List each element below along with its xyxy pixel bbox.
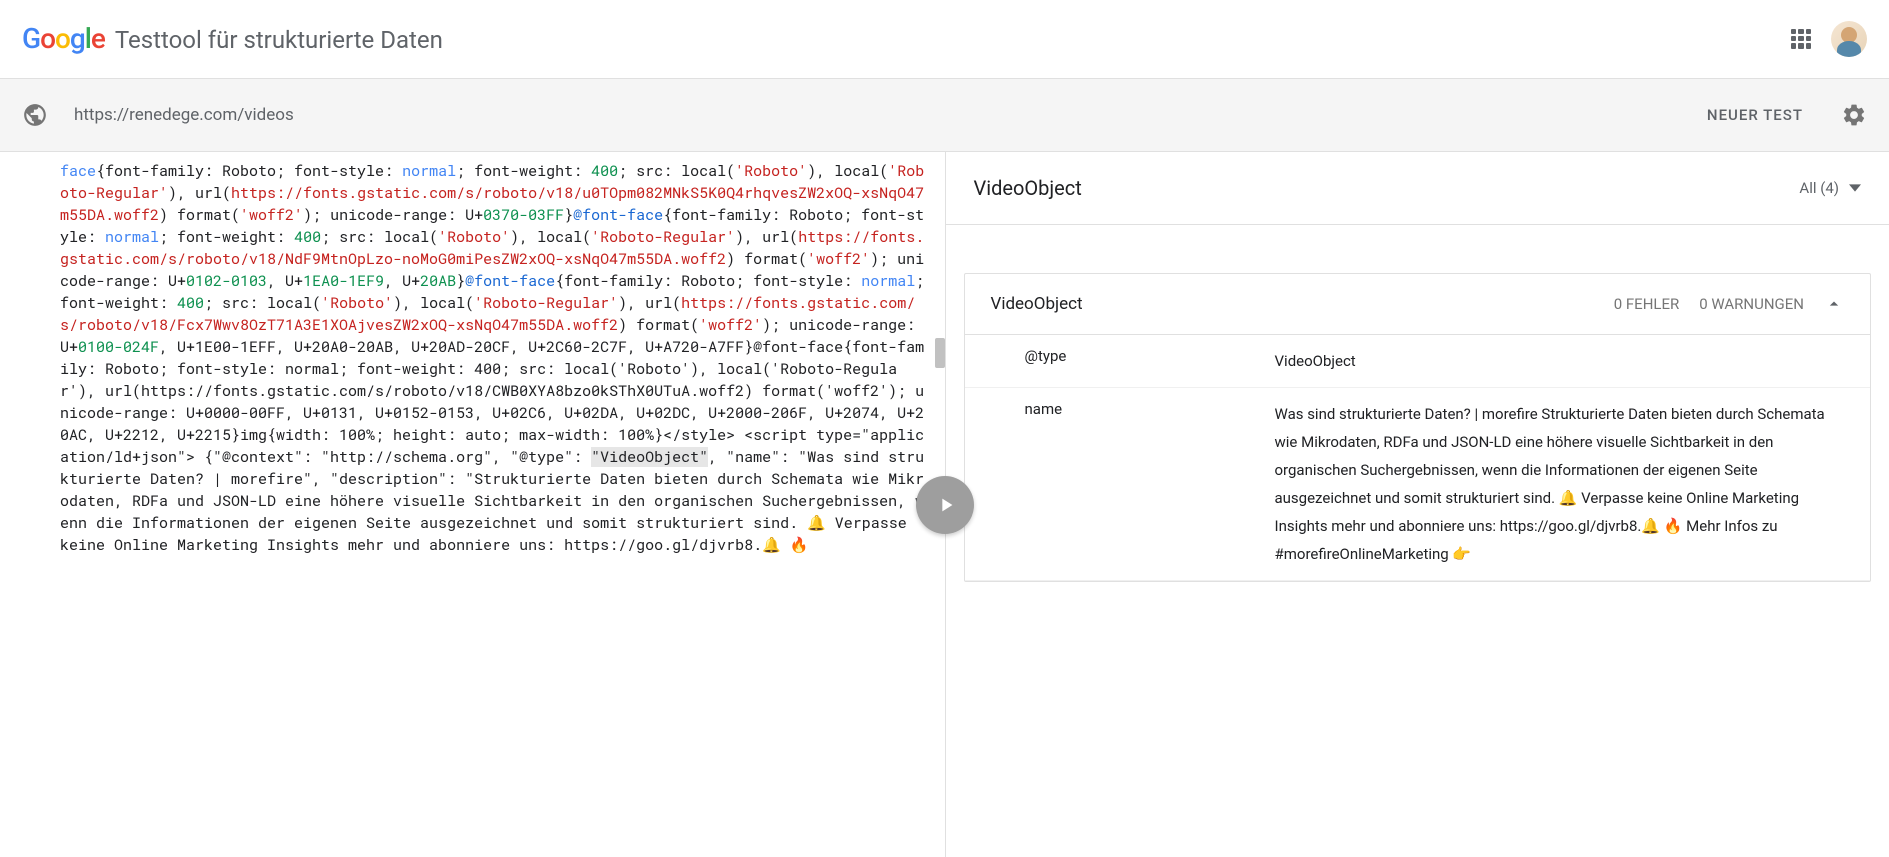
run-test-button[interactable] [916, 476, 974, 534]
detail-value: Was sind strukturierte Daten? | morefire… [1275, 400, 1871, 568]
url-text: https://renedege.com/videos [74, 105, 1707, 125]
logo-area: Google Testtool für strukturierte Daten [22, 22, 443, 55]
app-header: Google Testtool für strukturierte Daten [0, 0, 1889, 78]
detail-row: @typeVideoObject [965, 335, 1871, 388]
detail-header[interactable]: VideoObject 0 FEHLER 0 WARNUNGEN [965, 274, 1871, 335]
filter-label: All (4) [1799, 179, 1839, 197]
gear-icon[interactable] [1841, 102, 1867, 128]
detail-card: VideoObject 0 FEHLER 0 WARNUNGEN @typeVi… [964, 273, 1872, 582]
chevron-up-icon [1824, 294, 1844, 314]
detail-row: nameWas sind strukturierte Daten? | more… [965, 388, 1871, 581]
detail-key: name [965, 400, 1275, 568]
tool-title: Testtool für strukturierte Daten [115, 26, 443, 54]
new-test-button[interactable]: NEUER TEST [1707, 106, 1803, 124]
source-code[interactable]: face{font-family: Roboto; font-style: no… [60, 160, 925, 556]
result-header: VideoObject All (4) [946, 152, 1889, 225]
detail-key: @type [965, 347, 1275, 375]
url-bar: https://renedege.com/videos NEUER TEST [0, 78, 1889, 152]
detail-value: VideoObject [1275, 347, 1871, 375]
header-right [1791, 21, 1867, 57]
error-count: 0 FEHLER [1614, 295, 1680, 313]
detail-rows: @typeVideoObjectnameWas sind strukturier… [965, 335, 1871, 581]
warning-count: 0 WARNUNGEN [1699, 295, 1804, 313]
chevron-down-icon [1849, 182, 1861, 194]
play-icon [935, 494, 957, 516]
filter-dropdown[interactable]: All (4) [1799, 179, 1861, 197]
apps-grid-icon[interactable] [1791, 29, 1811, 49]
scrollbar-thumb[interactable] [935, 338, 945, 368]
result-type-title: VideoObject [974, 176, 1082, 200]
detail-title: VideoObject [991, 294, 1083, 314]
source-panel: face{font-family: Roboto; font-style: no… [0, 152, 945, 857]
detail-status: 0 FEHLER 0 WARNUNGEN [1614, 294, 1844, 314]
google-logo: Google [22, 22, 105, 55]
results-panel: VideoObject All (4) VideoObject 0 FEHLER… [945, 152, 1889, 857]
globe-icon [22, 102, 48, 128]
main-content: face{font-family: Roboto; font-style: no… [0, 152, 1889, 857]
avatar[interactable] [1831, 21, 1867, 57]
